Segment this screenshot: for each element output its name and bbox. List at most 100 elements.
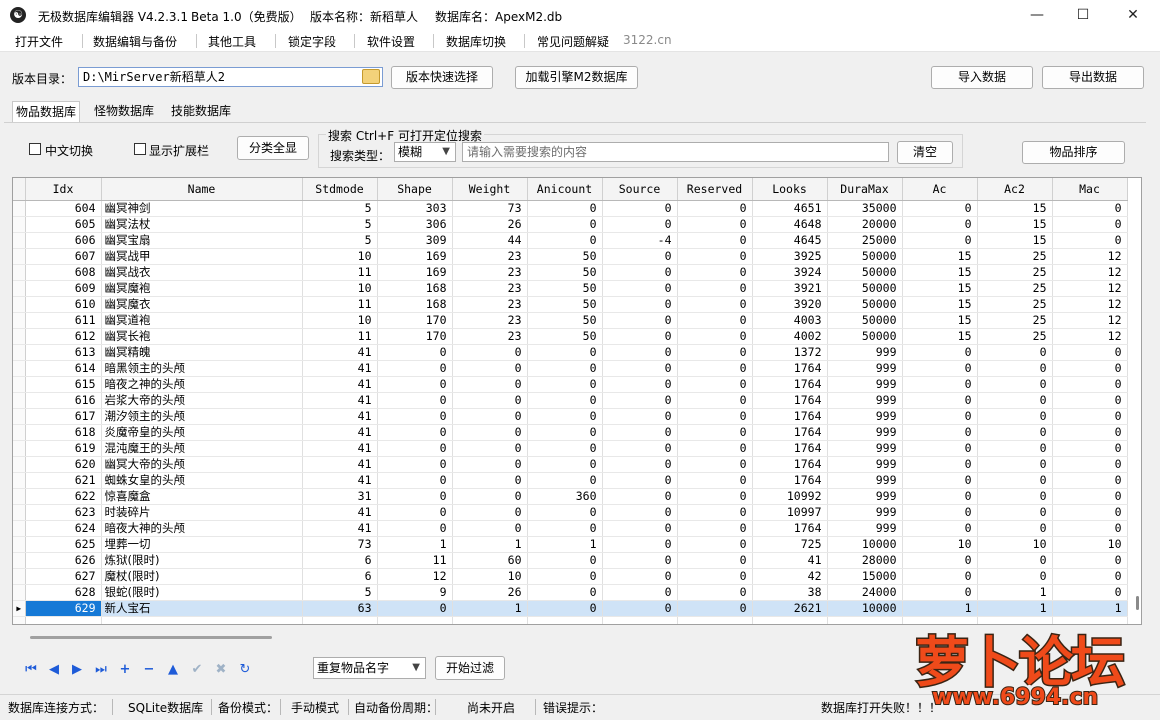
cell-anicount[interactable]: 50 bbox=[527, 264, 603, 281]
tab-monsters[interactable]: 怪物数据库 bbox=[91, 101, 157, 123]
cell-looks[interactable]: 10997 bbox=[752, 504, 828, 521]
cell-reserved[interactable]: 0 bbox=[677, 200, 753, 217]
cell-anicount[interactable]: 0 bbox=[527, 584, 603, 601]
cell-weight[interactable]: 1 bbox=[452, 536, 528, 553]
cell-name[interactable]: 炎魔帝皇的头颅 bbox=[101, 424, 303, 441]
cell-reserved[interactable]: 0 bbox=[677, 424, 753, 441]
cell-duramax[interactable]: 50000 bbox=[827, 248, 903, 265]
cell-name[interactable]: 暗黑领主的头颅 bbox=[101, 360, 303, 377]
cell-anicount[interactable]: 0 bbox=[527, 456, 603, 473]
current-row-pointer-icon[interactable]: ▶ bbox=[13, 600, 26, 617]
cell-anicount[interactable]: 0 bbox=[527, 552, 603, 569]
cell-ac2[interactable]: 15 bbox=[977, 200, 1053, 217]
cell-source[interactable]: 0 bbox=[602, 248, 678, 265]
sort-button[interactable]: 物品排序 bbox=[1022, 141, 1125, 164]
cell-weight[interactable]: 0 bbox=[452, 360, 528, 377]
cell-duramax[interactable]: 999 bbox=[827, 440, 903, 457]
check-icon[interactable]: ✔ bbox=[188, 661, 206, 679]
import-button[interactable]: 导入数据 bbox=[931, 66, 1033, 89]
cell-reserved[interactable]: 0 bbox=[677, 440, 753, 457]
cell-shape[interactable]: 0 bbox=[377, 360, 453, 377]
cell-ac[interactable]: 15 bbox=[902, 248, 978, 265]
cell-looks[interactable]: 1764 bbox=[752, 376, 828, 393]
table-row[interactable]: 618 炎魔帝皇的头颅 41 0 0 0 0 0 1764 999 0 0 0 bbox=[13, 424, 1128, 441]
cell-shape[interactable]: 0 bbox=[377, 408, 453, 425]
cell-ac2[interactable]: 25 bbox=[977, 264, 1053, 281]
cell-reserved[interactable]: 0 bbox=[677, 536, 753, 553]
cell-looks[interactable]: 3924 bbox=[752, 264, 828, 281]
cell-stdmode[interactable]: 41 bbox=[302, 424, 378, 441]
cell-source[interactable]: 0 bbox=[602, 200, 678, 217]
row-indicator[interactable] bbox=[13, 440, 26, 457]
cell-stdmode[interactable]: 11 bbox=[302, 264, 378, 281]
cell-mac[interactable]: 0 bbox=[1052, 584, 1128, 601]
cell-weight[interactable]: 0 bbox=[452, 376, 528, 393]
add-record-icon[interactable]: + bbox=[116, 661, 134, 679]
cell-ac2[interactable]: 0 bbox=[977, 344, 1053, 361]
cell-stdmode[interactable]: 41 bbox=[302, 344, 378, 361]
cell-source[interactable]: 0 bbox=[602, 584, 678, 601]
cell-anicount[interactable]: 0 bbox=[527, 360, 603, 377]
row-indicator[interactable] bbox=[13, 536, 26, 553]
cell-ac[interactable]: 0 bbox=[902, 568, 978, 585]
cell-stdmode[interactable]: 41 bbox=[302, 472, 378, 489]
cell-mac[interactable]: 0 bbox=[1052, 552, 1128, 569]
cell-reserved[interactable]: 0 bbox=[677, 248, 753, 265]
cell-idx[interactable]: 617 bbox=[25, 408, 102, 425]
cell-weight[interactable]: 23 bbox=[452, 312, 528, 329]
cell-shape[interactable]: 303 bbox=[377, 200, 453, 217]
cell-anicount[interactable]: 0 bbox=[527, 392, 603, 409]
cell-shape[interactable]: 170 bbox=[377, 328, 453, 345]
cell-anicount[interactable]: 0 bbox=[527, 216, 603, 233]
cell-shape[interactable]: 169 bbox=[377, 264, 453, 281]
cell-ac2[interactable]: 0 bbox=[977, 520, 1053, 537]
row-indicator[interactable] bbox=[13, 376, 26, 393]
cell-duramax[interactable]: 20000 bbox=[827, 216, 903, 233]
cell-duramax[interactable]: 28000 bbox=[827, 552, 903, 569]
tab-skills[interactable]: 技能数据库 bbox=[168, 101, 234, 123]
table-row[interactable]: 623 时装碎片 41 0 0 0 0 0 10997 999 0 0 0 bbox=[13, 504, 1128, 521]
cell-stdmode[interactable]: 41 bbox=[302, 504, 378, 521]
cell-name[interactable]: 银蛇(限时) bbox=[101, 584, 303, 601]
cell-looks[interactable]: 725 bbox=[752, 536, 828, 553]
cell-reserved[interactable]: 0 bbox=[677, 488, 753, 505]
cell-reserved[interactable]: 0 bbox=[677, 600, 753, 617]
cell-weight[interactable]: 10 bbox=[452, 568, 528, 585]
cell-stdmode[interactable]: 5 bbox=[302, 200, 378, 217]
cell-idx[interactable]: 628 bbox=[25, 584, 102, 601]
cell-stdmode[interactable]: 11 bbox=[302, 328, 378, 345]
cell-source[interactable]: 0 bbox=[602, 504, 678, 521]
cell-duramax[interactable]: 999 bbox=[827, 504, 903, 521]
cell-shape[interactable]: 0 bbox=[377, 456, 453, 473]
cell-source[interactable]: 0 bbox=[602, 536, 678, 553]
cell-name[interactable]: 幽冥长袍 bbox=[101, 328, 303, 345]
cell-stdmode[interactable]: 6 bbox=[302, 552, 378, 569]
cell-name[interactable]: 幽冥道袍 bbox=[101, 312, 303, 329]
cell-ac[interactable]: 0 bbox=[902, 232, 978, 249]
cell-idx[interactable]: 619 bbox=[25, 440, 102, 457]
cell-reserved[interactable]: 0 bbox=[677, 520, 753, 537]
table-row[interactable]: 625 埋葬一切 73 1 1 1 0 0 725 10000 10 10 10 bbox=[13, 536, 1128, 553]
cell-duramax[interactable]: 999 bbox=[827, 392, 903, 409]
cell-mac[interactable]: 0 bbox=[1052, 200, 1128, 217]
cell-weight[interactable]: 73 bbox=[452, 200, 528, 217]
cell-duramax[interactable]: 10000 bbox=[827, 536, 903, 553]
cell-ac2[interactable]: 0 bbox=[977, 392, 1053, 409]
cell-ac2[interactable]: 0 bbox=[977, 456, 1053, 473]
cell-duramax[interactable]: 999 bbox=[827, 344, 903, 361]
cell-ac2[interactable]: 0 bbox=[977, 408, 1053, 425]
cell-shape[interactable]: 0 bbox=[377, 488, 453, 505]
show-ext-checkbox[interactable] bbox=[134, 143, 146, 155]
post-up-icon[interactable]: ▲ bbox=[164, 661, 182, 679]
search-type-select[interactable]: 模糊 ▼ bbox=[394, 142, 456, 162]
cell-duramax[interactable]: 24000 bbox=[827, 584, 903, 601]
row-indicator[interactable] bbox=[13, 200, 26, 217]
folder-icon[interactable] bbox=[362, 69, 380, 84]
cell-mac[interactable]: 0 bbox=[1052, 456, 1128, 473]
cell-duramax[interactable]: 50000 bbox=[827, 312, 903, 329]
cell-ac[interactable]: 0 bbox=[902, 456, 978, 473]
column-header-mac[interactable]: Mac bbox=[1052, 178, 1128, 201]
cell-duramax[interactable]: 999 bbox=[827, 424, 903, 441]
menu-open-file[interactable]: 打开文件 bbox=[15, 33, 63, 50]
cell-weight[interactable]: 0 bbox=[452, 440, 528, 457]
